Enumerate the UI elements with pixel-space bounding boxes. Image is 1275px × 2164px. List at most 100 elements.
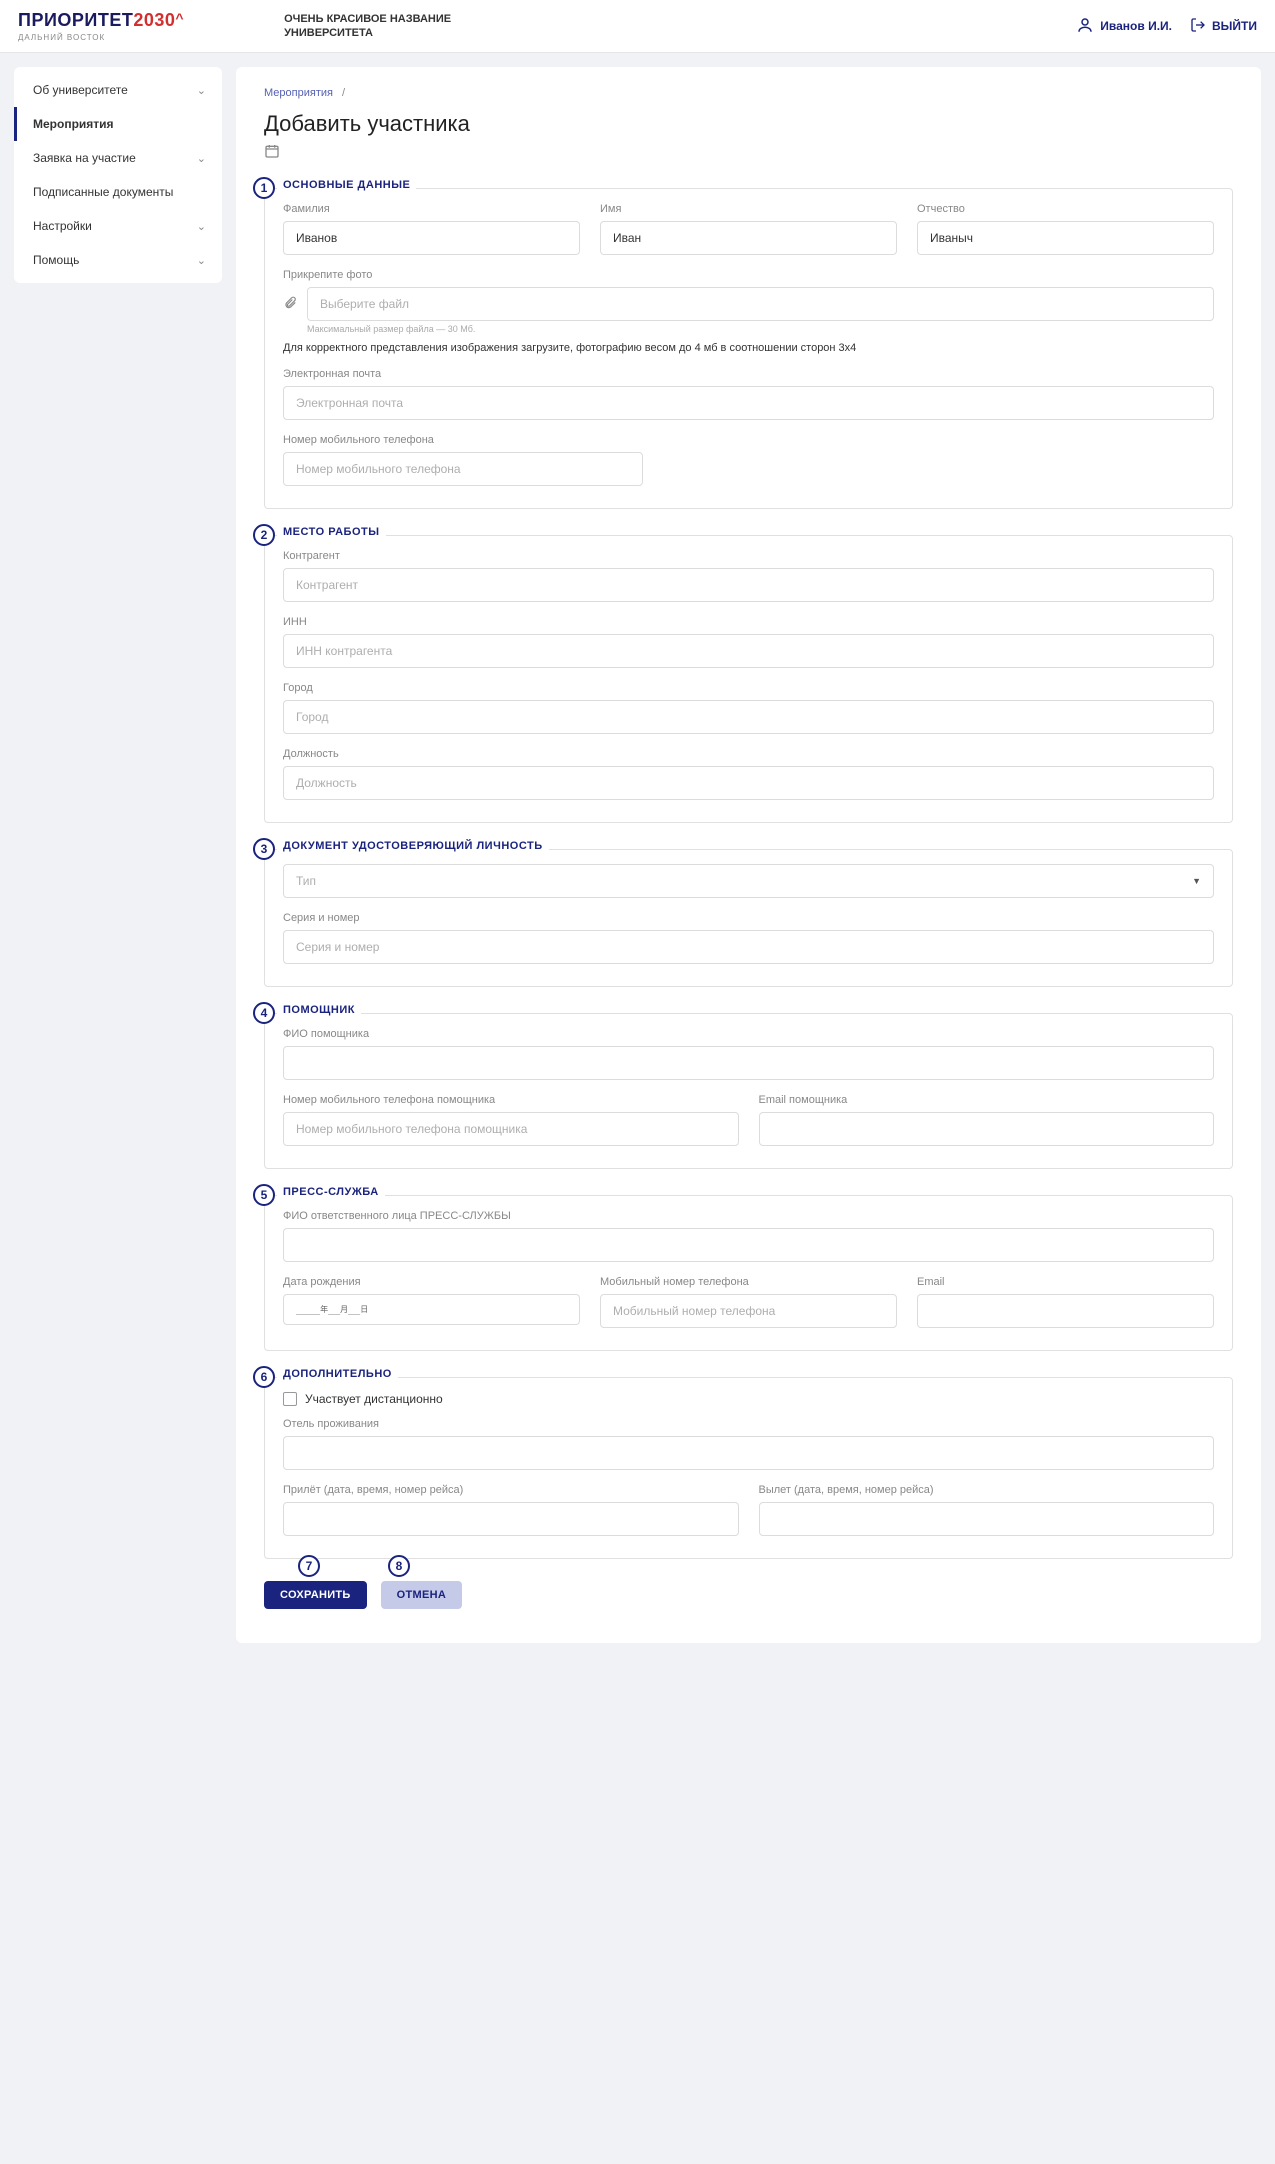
legend-workplace: МЕСТО РАБОТЫ bbox=[277, 526, 386, 538]
label-arrival: Прилёт (дата, время, номер рейса) bbox=[283, 1484, 739, 1496]
label-assistant-phone: Номер мобильного телефона помощника bbox=[283, 1094, 739, 1106]
file-hint: Максимальный размер файла — 30 Мб. bbox=[307, 324, 1214, 334]
label-serial: Серия и номер bbox=[283, 912, 1214, 924]
input-press-fio[interactable] bbox=[283, 1228, 1214, 1262]
label-remote: Участвует дистанционно bbox=[305, 1392, 443, 1406]
sidebar-item-label: Настройки bbox=[33, 219, 92, 233]
input-dob[interactable]: ____年__月__日 bbox=[283, 1294, 580, 1325]
label-city: Город bbox=[283, 682, 1214, 694]
save-button[interactable]: СОХРАНИТЬ bbox=[264, 1581, 367, 1609]
input-serial[interactable] bbox=[283, 930, 1214, 964]
input-patronymic[interactable] bbox=[917, 221, 1214, 255]
uni-line2: УНИВЕРСИТЕТА bbox=[284, 26, 451, 40]
select-placeholder: Тип bbox=[296, 874, 316, 888]
label-photo: Прикрепите фото bbox=[283, 269, 1214, 281]
label-position: Должность bbox=[283, 748, 1214, 760]
logout-button[interactable]: ВЫЙТИ bbox=[1190, 17, 1257, 36]
logo-caret-icon: ^ bbox=[175, 10, 184, 26]
input-firstname[interactable] bbox=[600, 221, 897, 255]
fieldset-workplace: 2 МЕСТО РАБОТЫ Контрагент ИНН Город Долж… bbox=[264, 535, 1233, 823]
breadcrumb-sep: / bbox=[342, 87, 345, 99]
label-press-email: Email bbox=[917, 1276, 1214, 1288]
uni-line1: ОЧЕНЬ КРАСИВОЕ НАЗВАНИЕ bbox=[284, 12, 451, 26]
label-inn: ИНН bbox=[283, 616, 1214, 628]
logo-year: 2030 bbox=[133, 10, 175, 30]
input-assistant-phone[interactable] bbox=[283, 1112, 739, 1146]
triangle-down-icon: ▼ bbox=[1192, 876, 1201, 886]
input-assistant-fio[interactable] bbox=[283, 1046, 1214, 1080]
sidebar-item-label: Об университете bbox=[33, 83, 128, 97]
input-city[interactable] bbox=[283, 700, 1214, 734]
step-badge-7: 7 bbox=[298, 1555, 320, 1577]
legend-main-data: ОСНОВНЫЕ ДАННЫЕ bbox=[277, 179, 416, 191]
sidebar-item-settings[interactable]: Настройки ⌄ bbox=[14, 209, 222, 243]
input-arrival[interactable] bbox=[283, 1502, 739, 1536]
university-name: ОЧЕНЬ КРАСИВОЕ НАЗВАНИЕ УНИВЕРСИТЕТА bbox=[284, 12, 451, 41]
sidebar-item-help[interactable]: Помощь ⌄ bbox=[14, 243, 222, 277]
chevron-down-icon: ⌄ bbox=[197, 84, 206, 97]
chevron-down-icon: ⌄ bbox=[197, 254, 206, 267]
cancel-button[interactable]: ОТМЕНА bbox=[381, 1581, 462, 1609]
input-email[interactable] bbox=[283, 386, 1214, 420]
logo-subtitle: ДАЛЬНИЙ ВОСТОК bbox=[18, 33, 184, 42]
input-hotel[interactable] bbox=[283, 1436, 1214, 1470]
sidebar-item-label: Подписанные документы bbox=[33, 185, 173, 199]
user-chip[interactable]: Иванов И.И. bbox=[1076, 16, 1172, 37]
checkbox-remote[interactable] bbox=[283, 1392, 297, 1406]
label-assistant-fio: ФИО помощника bbox=[283, 1028, 1214, 1040]
app-header: ПРИОРИТЕТ2030^ ДАЛЬНИЙ ВОСТОК ОЧЕНЬ КРАС… bbox=[0, 0, 1275, 53]
logo: ПРИОРИТЕТ2030^ bbox=[18, 10, 184, 31]
sidebar-item-label: Мероприятия bbox=[33, 117, 114, 131]
label-firstname: Имя bbox=[600, 203, 897, 215]
main-card: Мероприятия / Добавить участника 1 ОСНОВ… bbox=[236, 67, 1261, 1643]
calendar-icon bbox=[264, 143, 1233, 162]
input-departure[interactable] bbox=[759, 1502, 1215, 1536]
sidebar-item-application[interactable]: Заявка на участие ⌄ bbox=[14, 141, 222, 175]
legend-press: ПРЕСС-СЛУЖБА bbox=[277, 1186, 385, 1198]
input-position[interactable] bbox=[283, 766, 1214, 800]
breadcrumb-root[interactable]: Мероприятия bbox=[264, 87, 333, 99]
photo-note: Для корректного представления изображени… bbox=[283, 342, 1214, 354]
user-name: Иванов И.И. bbox=[1100, 19, 1172, 33]
logo-block: ПРИОРИТЕТ2030^ ДАЛЬНИЙ ВОСТОК bbox=[18, 10, 184, 42]
legend-identity-doc: ДОКУМЕНТ УДОСТОВЕРЯЮЩИЙ ЛИЧНОСТЬ bbox=[277, 840, 549, 852]
sidebar-item-events[interactable]: Мероприятия bbox=[14, 107, 222, 141]
input-counterparty[interactable] bbox=[283, 568, 1214, 602]
label-patronymic: Отчество bbox=[917, 203, 1214, 215]
fieldset-press: 5 ПРЕСС-СЛУЖБА ФИО ответственного лица П… bbox=[264, 1195, 1233, 1351]
header-right: Иванов И.И. ВЫЙТИ bbox=[1076, 16, 1257, 37]
label-counterparty: Контрагент bbox=[283, 550, 1214, 562]
input-inn[interactable] bbox=[283, 634, 1214, 668]
step-badge-1: 1 bbox=[253, 177, 275, 199]
step-badge-2: 2 bbox=[253, 524, 275, 546]
logout-icon bbox=[1190, 17, 1206, 36]
form-actions: 7 8 СОХРАНИТЬ ОТМЕНА bbox=[264, 1581, 1233, 1609]
logo-main: ПРИОРИТЕТ bbox=[18, 10, 133, 30]
sidebar-item-label: Помощь bbox=[33, 253, 79, 267]
sidebar: Об университете ⌄ Мероприятия Заявка на … bbox=[14, 67, 222, 283]
chevron-down-icon: ⌄ bbox=[197, 152, 206, 165]
input-assistant-email[interactable] bbox=[759, 1112, 1215, 1146]
step-badge-6: 6 bbox=[253, 1366, 275, 1388]
input-file[interactable] bbox=[307, 287, 1214, 321]
fieldset-identity-doc: 3 ДОКУМЕНТ УДОСТОВЕРЯЮЩИЙ ЛИЧНОСТЬ Тип ▼… bbox=[264, 849, 1233, 987]
input-lastname[interactable] bbox=[283, 221, 580, 255]
label-departure: Вылет (дата, время, номер рейса) bbox=[759, 1484, 1215, 1496]
legend-assistant: ПОМОЩНИК bbox=[277, 1004, 361, 1016]
label-press-fio: ФИО ответственного лица ПРЕСС-СЛУЖБЫ bbox=[283, 1210, 1214, 1222]
step-badge-8: 8 bbox=[388, 1555, 410, 1577]
input-press-phone[interactable] bbox=[600, 1294, 897, 1328]
label-lastname: Фамилия bbox=[283, 203, 580, 215]
fieldset-assistant: 4 ПОМОЩНИК ФИО помощника Номер мобильног… bbox=[264, 1013, 1233, 1169]
input-phone[interactable] bbox=[283, 452, 643, 486]
sidebar-item-signed-docs[interactable]: Подписанные документы bbox=[14, 175, 222, 209]
label-dob: Дата рождения bbox=[283, 1276, 580, 1288]
breadcrumb: Мероприятия / bbox=[264, 87, 1233, 99]
logout-label: ВЫЙТИ bbox=[1212, 19, 1257, 33]
sidebar-item-about[interactable]: Об университете ⌄ bbox=[14, 73, 222, 107]
input-press-email[interactable] bbox=[917, 1294, 1214, 1328]
select-doc-type[interactable]: Тип ▼ bbox=[283, 864, 1214, 898]
user-icon bbox=[1076, 16, 1094, 37]
legend-additional: ДОПОЛНИТЕЛЬНО bbox=[277, 1368, 398, 1380]
sidebar-item-label: Заявка на участие bbox=[33, 151, 136, 165]
